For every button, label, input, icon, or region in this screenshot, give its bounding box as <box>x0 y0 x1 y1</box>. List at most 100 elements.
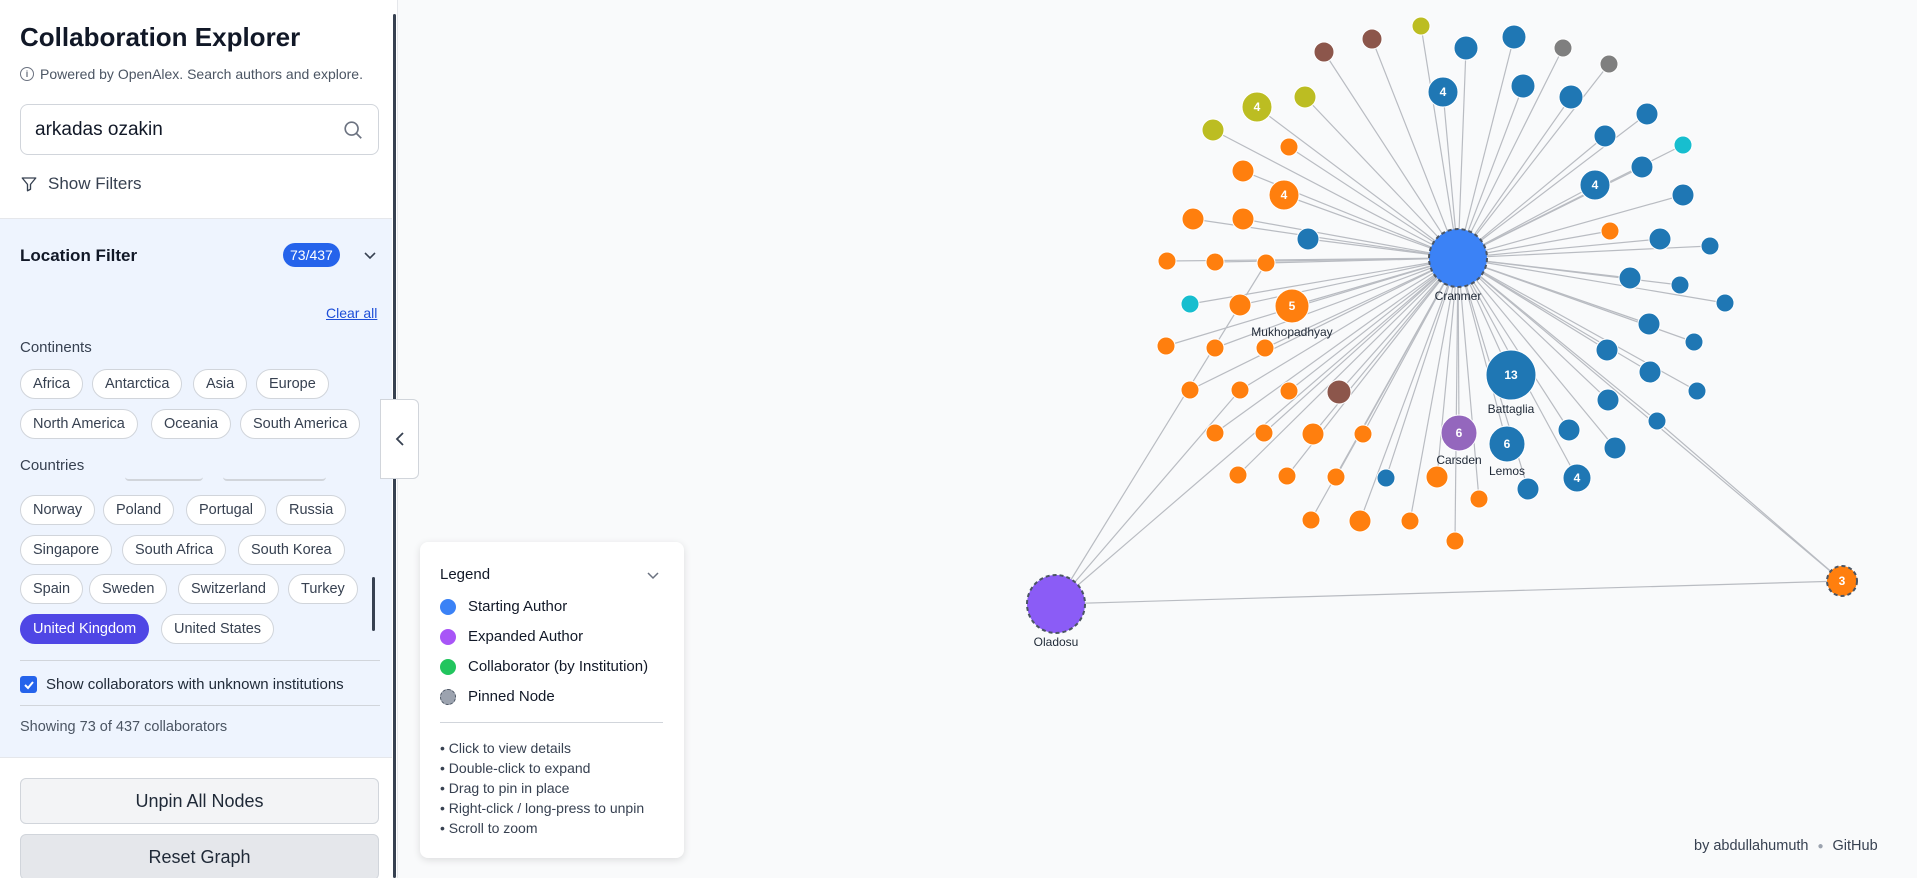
collaborator-node[interactable] <box>1376 468 1396 488</box>
chip-south-korea[interactable]: South Korea <box>238 535 345 565</box>
collaborator-node[interactable] <box>1553 38 1573 58</box>
collaborator-node[interactable] <box>1313 41 1335 63</box>
collaborator-node[interactable] <box>1670 275 1690 295</box>
chip-turkey[interactable]: Turkey <box>288 574 358 604</box>
chip-north-america[interactable]: North America <box>20 409 138 439</box>
collaborator-node[interactable]: 4 <box>1579 169 1611 201</box>
collaborator-node[interactable] <box>1603 436 1627 460</box>
author-node-battaglia[interactable]: 13 Battaglia <box>1485 349 1537 416</box>
collaborator-node[interactable] <box>1205 252 1225 272</box>
collaborator-node[interactable] <box>1595 338 1619 362</box>
collaborator-node[interactable] <box>1618 266 1642 290</box>
collaborator-node[interactable]: 4 <box>1562 463 1592 493</box>
collaborator-node[interactable] <box>1156 336 1176 356</box>
chip-poland[interactable]: Poland <box>103 495 175 525</box>
collaborator-node[interactable]: 4 <box>1268 179 1300 211</box>
collaborator-node[interactable] <box>1638 360 1662 384</box>
collaborator-node[interactable] <box>1181 207 1205 231</box>
collaborator-node[interactable] <box>1700 236 1720 256</box>
collaborator-node[interactable] <box>1673 135 1693 155</box>
search-box[interactable] <box>20 104 379 155</box>
chip-oceania[interactable]: Oceania <box>151 409 232 439</box>
author-node-carsden[interactable]: 6 Carsden <box>1436 414 1482 467</box>
collaborator-node[interactable] <box>1599 54 1619 74</box>
chip-portugal[interactable]: Portugal <box>186 495 267 525</box>
unknown-institutions-checkbox[interactable] <box>20 676 37 693</box>
unknown-institutions-toggle[interactable]: Show collaborators with unknown institut… <box>20 676 344 693</box>
chip-norway[interactable]: Norway <box>20 495 96 525</box>
chevron-down-icon[interactable] <box>362 247 378 263</box>
location-filter-header[interactable]: Location Filter 73/437 <box>20 241 380 271</box>
collaborator-node[interactable] <box>1510 73 1536 99</box>
collaborator-node[interactable] <box>1453 35 1479 61</box>
chip-switzerland[interactable]: Switzerland <box>178 574 279 604</box>
collaborator-node[interactable] <box>1255 338 1275 358</box>
collaborator-node[interactable] <box>1596 388 1620 412</box>
collaborator-node[interactable] <box>1254 423 1274 443</box>
chip-europe[interactable]: Europe <box>256 369 329 399</box>
author-node-lemos[interactable]: 6 Lemos <box>1488 425 1526 478</box>
collaborator-node[interactable] <box>1293 85 1317 109</box>
collaborator-node[interactable] <box>1635 102 1659 126</box>
collaborator-node[interactable] <box>1230 380 1250 400</box>
search-input[interactable] <box>35 116 335 144</box>
collaborator-node[interactable] <box>1256 253 1276 273</box>
collaborator-node[interactable] <box>1279 137 1299 157</box>
collaborator-node[interactable] <box>1353 424 1373 444</box>
collaborator-node[interactable] <box>1671 183 1695 207</box>
collaborator-node[interactable] <box>1277 466 1297 486</box>
chip-united-states[interactable]: United States <box>161 614 275 644</box>
collaborator-node[interactable] <box>1715 293 1735 313</box>
chip-spain[interactable]: Spain <box>20 574 84 604</box>
collaborator-node[interactable] <box>1630 155 1654 179</box>
collaborator-node[interactable] <box>1231 207 1255 231</box>
collaborator-node[interactable] <box>1231 159 1255 183</box>
collaborator-node[interactable] <box>1501 24 1527 50</box>
collaborator-node[interactable] <box>1301 510 1321 530</box>
countries-scrollbar[interactable] <box>372 577 375 631</box>
collaborator-node[interactable] <box>1516 477 1540 501</box>
chip-singapore[interactable]: Singapore <box>20 535 113 565</box>
clear-all-link[interactable]: Clear all <box>326 305 377 321</box>
collaborator-node[interactable] <box>1469 489 1489 509</box>
search-icon[interactable] <box>342 119 364 141</box>
collaborator-node[interactable] <box>1279 381 1299 401</box>
collaborator-node[interactable] <box>1348 509 1372 533</box>
github-link[interactable]: GitHub <box>1833 838 1878 854</box>
collaborator-node[interactable] <box>1557 418 1581 442</box>
reset-graph-button[interactable]: Reset Graph <box>20 834 379 878</box>
author-node-mukhopadhyay[interactable]: 5 Mukhopadhyay <box>1251 288 1333 339</box>
collaborator-node[interactable] <box>1157 251 1177 271</box>
chip-sweden[interactable]: Sweden <box>89 574 168 604</box>
collaborator-node[interactable] <box>1180 380 1200 400</box>
show-filters-toggle[interactable]: Show Filters <box>20 174 142 194</box>
author-node-cranmer[interactable]: Cranmer <box>1428 228 1488 303</box>
collaborator-node[interactable] <box>1647 411 1667 431</box>
collaborator-node[interactable]: 4 <box>1427 76 1459 108</box>
chip-asia[interactable]: Asia <box>193 369 248 399</box>
collaborator-node[interactable] <box>1648 227 1672 251</box>
chip-africa[interactable]: Africa <box>20 369 84 399</box>
collaborator-node[interactable] <box>1326 467 1346 487</box>
collaborator-node[interactable] <box>1205 423 1225 443</box>
collaborator-node[interactable] <box>1205 338 1225 358</box>
chip-south-africa[interactable]: South Africa <box>122 535 227 565</box>
chip-united-kingdom[interactable]: United Kingdom <box>20 614 150 644</box>
collaborator-node[interactable] <box>1228 465 1248 485</box>
author-node-oladosu[interactable]: Oladosu <box>1026 574 1086 649</box>
unpin-all-nodes-button[interactable]: Unpin All Nodes <box>20 778 379 824</box>
collaborator-node[interactable] <box>1445 531 1465 551</box>
collaborator-node[interactable]: 4 <box>1241 91 1273 123</box>
collaborator-node[interactable] <box>1201 118 1225 142</box>
collaborator-node[interactable] <box>1558 84 1584 110</box>
chip-antarctica[interactable]: Antarctica <box>92 369 183 399</box>
collaborator-node[interactable] <box>1400 511 1420 531</box>
collaborator-node[interactable] <box>1637 312 1661 336</box>
collaborator-node[interactable] <box>1361 28 1383 50</box>
collaborator-node[interactable] <box>1228 293 1252 317</box>
graph-nodes[interactable]: Cranmer Oladosu 3 13 Battaglia 6 Carsden 6 Lemos… <box>1026 16 1858 649</box>
chevron-down-icon[interactable] <box>646 568 660 582</box>
collaborator-node[interactable]: 3 <box>1826 565 1858 597</box>
collaborator-node[interactable] <box>1296 227 1320 251</box>
collaborator-node[interactable] <box>1687 381 1707 401</box>
